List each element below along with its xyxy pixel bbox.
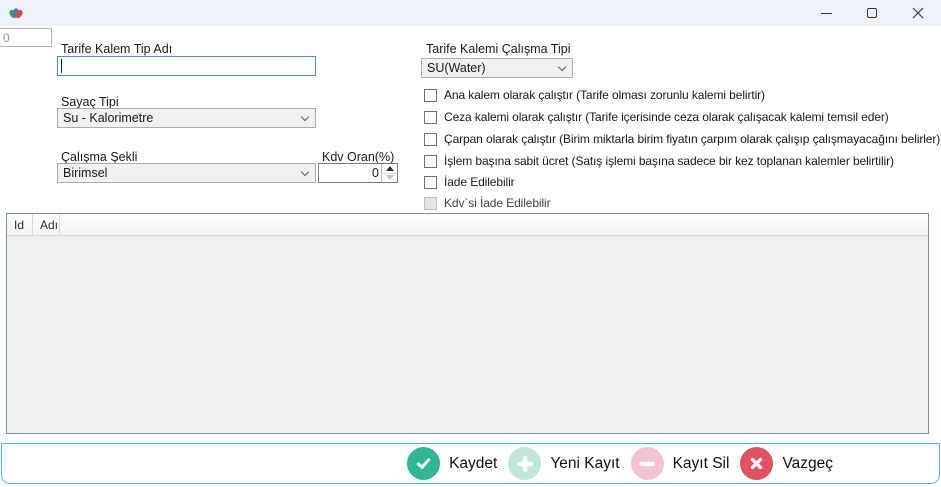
minimize-icon <box>820 12 832 14</box>
work-mode-value: Birimsel <box>63 166 108 180</box>
grid-column-adi[interactable]: Adı <box>33 214 60 235</box>
refundable-checkbox-label: İade Edilebilir <box>444 175 515 189</box>
work-mode-label: Çalışma Şekli <box>61 150 138 164</box>
grid-column-id[interactable]: Id <box>7 214 33 235</box>
checkbox-row-fixed-fee: İşlem başına sabit ücret (Satış işlemi b… <box>424 153 894 169</box>
new-record-button[interactable]: Yeni Kayıt <box>508 447 620 480</box>
save-button[interactable]: Kaydet <box>407 447 497 480</box>
checkbox-row-multiplier: Çarpan olarak çalıştır (Birim miktarla b… <box>424 131 940 147</box>
item-work-type-select[interactable]: SU(Water) <box>421 58 573 78</box>
items-grid: Id Adı <box>6 213 929 434</box>
spinner-buttons <box>381 164 397 182</box>
multiplier-checkbox[interactable] <box>424 132 437 146</box>
delete-record-button[interactable]: Kayıt Sil <box>630 447 730 480</box>
spin-down-button[interactable] <box>382 174 397 183</box>
cancel-button[interactable]: Vazgeç <box>740 447 833 480</box>
maximize-icon <box>867 8 877 18</box>
vat-rate-label: Kdv Oran(%) <box>322 150 395 164</box>
checkbox-row-penalty-item: Ceza kalemi olarak çalıştır (Tarife içer… <box>424 109 889 125</box>
multiplier-checkbox-label: Çarpan olarak çalıştır (Birim miktarla b… <box>444 132 941 146</box>
arrow-up-icon <box>385 165 394 171</box>
item-work-type-value: SU(Water) <box>427 61 486 75</box>
meter-type-label: Sayaç Tipi <box>61 95 119 109</box>
vat-rate-value: 0 <box>372 166 379 180</box>
minimize-button[interactable] <box>803 0 849 26</box>
checkbox-row-main-item: Ana kalem olarak çalıştır (Tarife olması… <box>424 87 765 103</box>
chevron-down-icon <box>300 112 310 121</box>
cancel-button-label: Vazgeç <box>782 454 833 472</box>
minus-icon <box>630 447 664 480</box>
vat-refundable-checkbox[interactable] <box>424 196 437 210</box>
text-caret <box>61 59 62 73</box>
plus-icon <box>508 447 542 480</box>
save-button-label: Kaydet <box>449 454 498 472</box>
record-id-input[interactable] <box>0 28 52 47</box>
arrow-down-icon <box>385 175 394 181</box>
x-icon <box>740 447 774 480</box>
app-logo-icon <box>9 8 23 19</box>
titlebar <box>0 0 941 26</box>
delete-record-button-label: Kayıt Sil <box>672 454 730 472</box>
close-icon <box>912 7 924 19</box>
grid-body[interactable] <box>7 236 928 434</box>
vat-refundable-checkbox-label: Kdv`si İade Edilebilir <box>444 196 551 210</box>
checkbox-row-refundable: İade Edilebilir <box>424 174 515 190</box>
item-work-type-label: Tarife Kalemi Çalışma Tipi <box>426 42 571 56</box>
vat-rate-stepper[interactable]: 0 <box>318 163 398 183</box>
checkbox-row-vat-refundable: Kdv`si İade Edilebilir <box>424 195 551 211</box>
refundable-checkbox[interactable] <box>424 175 437 189</box>
penalty-item-checkbox-label: Ceza kalemi olarak çalıştır (Tarife içer… <box>444 110 889 124</box>
check-icon <box>407 447 441 480</box>
fixed-fee-checkbox[interactable] <box>424 154 437 168</box>
chevron-down-icon <box>300 167 310 176</box>
meter-type-value: Su - Kalorimetre <box>63 111 154 125</box>
chevron-down-icon <box>557 62 567 71</box>
name-field-label: Tarife Kalem Tip Adı <box>61 42 173 56</box>
work-mode-select[interactable]: Birimsel <box>57 163 316 183</box>
main-item-checkbox[interactable] <box>424 88 437 102</box>
spin-up-button[interactable] <box>382 164 397 174</box>
new-record-button-label: Yeni Kayıt <box>550 454 620 472</box>
main-item-checkbox-label: Ana kalem olarak çalıştır (Tarife olması… <box>444 88 765 102</box>
grid-header: Id Adı <box>7 214 928 236</box>
fixed-fee-checkbox-label: İşlem başına sabit ücret (Satış işlemi b… <box>444 154 894 168</box>
bottom-toolbar: Kaydet Yeni Kayıt Kayıt Sil Vazgeç <box>1 443 940 484</box>
meter-type-select[interactable]: Su - Kalorimetre <box>57 108 316 128</box>
penalty-item-checkbox[interactable] <box>424 110 437 124</box>
window-controls <box>803 0 941 26</box>
close-button[interactable] <box>895 0 941 26</box>
maximize-button[interactable] <box>849 0 895 26</box>
tariff-item-name-input[interactable] <box>57 56 316 76</box>
